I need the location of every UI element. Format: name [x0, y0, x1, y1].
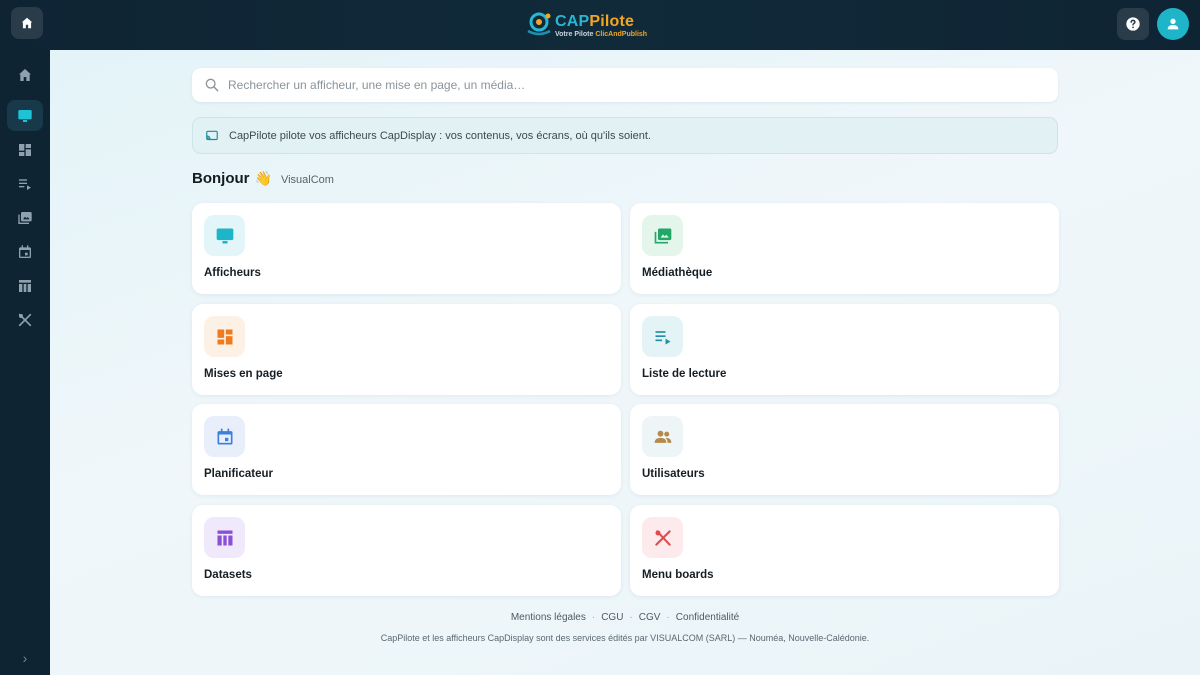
media-library-icon: [654, 228, 671, 243]
greeting-title: Bonjour: [192, 170, 250, 187]
home-icon: [19, 68, 31, 81]
users-icon: [654, 430, 671, 443]
logo-mark-icon: [527, 12, 551, 36]
card-label: Médiathèque: [642, 267, 713, 279]
organization-name: VisualCom: [280, 174, 334, 186]
card-icon-bg: [204, 215, 245, 256]
card-label: Datasets: [204, 569, 252, 581]
card-label: Planificateur: [204, 468, 274, 480]
sidebar-item-planificateur[interactable]: [7, 236, 43, 267]
card-mediatheque[interactable]: Médiathèque: [630, 203, 1059, 294]
sidebar-item-afficheurs[interactable]: [7, 100, 43, 131]
card-label: Afficheurs: [204, 267, 261, 279]
footer-link-confidentialite[interactable]: Confidentialité: [676, 612, 739, 623]
info-banner: CapPilote pilote vos afficheurs CapDispl…: [192, 117, 1058, 154]
search-bar: [192, 68, 1058, 102]
card-menu-boards[interactable]: Menu boards: [630, 505, 1059, 596]
calendar-icon: [19, 244, 31, 258]
sidebar-item-mediatheque[interactable]: [7, 202, 43, 233]
top-bar: CAPPilote Votre Pilote ClicAndPublish: [0, 0, 1200, 50]
card-icon-bg: [642, 416, 683, 457]
search-icon: [205, 78, 219, 92]
footer-separator: ·: [666, 612, 670, 623]
card-label: Utilisateurs: [642, 468, 705, 480]
sidebar: ›: [0, 50, 50, 675]
calendar-icon: [217, 428, 232, 444]
cast-icon: [206, 130, 218, 141]
card-icon-bg: [204, 517, 245, 558]
help-button[interactable]: [1117, 8, 1149, 40]
card-planificateur[interactable]: Planificateur: [192, 404, 621, 495]
playlist-icon: [655, 330, 670, 344]
card-icon-bg: [204, 416, 245, 457]
home-button[interactable]: [11, 7, 43, 39]
card-utilisateurs[interactable]: Utilisateurs: [630, 404, 1059, 495]
table-icon: [19, 279, 31, 292]
card-label: Liste de lecture: [642, 368, 727, 380]
sidebar-item-datasets[interactable]: [7, 270, 43, 301]
card-mises-en-page[interactable]: Mises en page: [192, 304, 621, 395]
main-content: CapPilote pilote vos afficheurs CapDispl…: [50, 50, 1200, 675]
footer-link-mentions-legales[interactable]: Mentions légales: [511, 612, 586, 623]
sidebar-item-mises-en-page[interactable]: [7, 134, 43, 165]
card-label: Mises en page: [204, 368, 283, 380]
sidebar-item-liste-de-lecture[interactable]: [7, 168, 43, 199]
cappilote-logo[interactable]: CAPPilote Votre Pilote ClicAndPublish: [522, 8, 682, 42]
dashboard-icon: [19, 143, 31, 156]
monitor-icon: [18, 109, 32, 122]
footer-links: Mentions légales · CGU · CGV · Confidentialité: [50, 612, 1200, 623]
logo-subtitle: Votre Pilote ClicAndPublish: [555, 31, 648, 38]
footer-link-cgv[interactable]: CGV: [639, 612, 661, 623]
search-input[interactable]: [228, 68, 1028, 102]
card-icon-bg: [642, 215, 683, 256]
banner-text: CapPilote pilote vos afficheurs CapDispl…: [229, 130, 651, 142]
footer-link-cgu[interactable]: CGU: [601, 612, 623, 623]
wave-icon: 👋: [254, 170, 272, 186]
sidebar-item-menu-boards[interactable]: [7, 304, 43, 335]
playlist-icon: [19, 178, 31, 190]
help-icon: [1126, 17, 1140, 31]
card-icon-bg: [642, 316, 683, 357]
footer-separator: ·: [591, 612, 596, 623]
monitor-icon: [216, 228, 233, 243]
table-icon: [217, 530, 232, 545]
card-liste-de-lecture[interactable]: Liste de lecture: [630, 304, 1059, 395]
greeting: Bonjour 👋 VisualCom: [192, 170, 334, 187]
card-afficheurs[interactable]: Afficheurs: [192, 203, 621, 294]
footer-copyright: CapPilote et les afficheurs CapDisplay s…: [380, 633, 870, 643]
home-icon: [21, 17, 33, 29]
dashboard-icon: [217, 329, 232, 344]
footer-separator: ·: [629, 612, 633, 623]
card-icon-bg: [642, 517, 683, 558]
sidebar-expand-button[interactable]: ›: [15, 648, 35, 668]
utensils-icon: [18, 313, 32, 326]
card-icon-bg: [204, 316, 245, 357]
utensils-icon: [654, 529, 671, 546]
card-datasets[interactable]: Datasets: [192, 505, 621, 596]
media-library-icon: [18, 211, 32, 224]
logo-title: CAPPilote: [555, 13, 635, 30]
card-label: Menu boards: [642, 569, 714, 581]
user-avatar-button[interactable]: [1157, 8, 1189, 40]
user-icon: [1167, 18, 1179, 30]
sidebar-item-home[interactable]: [7, 59, 43, 90]
